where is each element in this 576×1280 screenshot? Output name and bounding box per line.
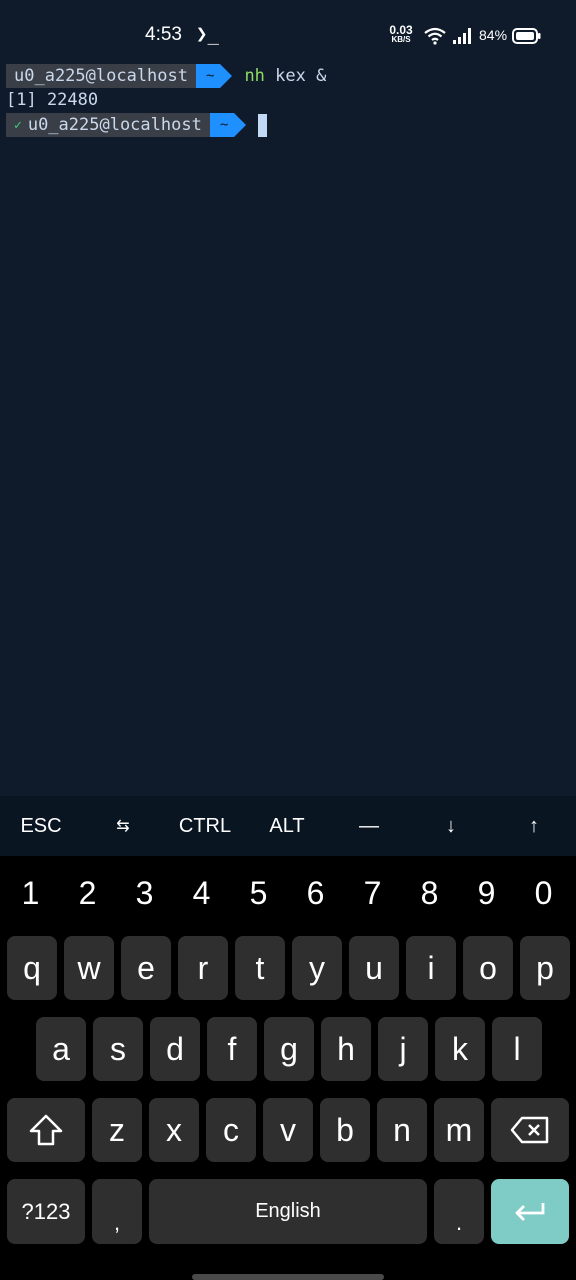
enter-key[interactable] (491, 1179, 569, 1244)
prompt-arrow (234, 113, 247, 137)
key-k[interactable]: k (435, 1017, 485, 1081)
key-u[interactable]: u (349, 936, 399, 1000)
status-ok-icon: ✓ (14, 117, 22, 133)
key-q[interactable]: q (7, 936, 57, 1000)
key-h[interactable]: h (321, 1017, 371, 1081)
battery-icon (512, 28, 542, 48)
space-key[interactable]: English (149, 1179, 427, 1244)
job-output: [1] 22480 (6, 90, 99, 110)
key-b[interactable]: b (320, 1098, 370, 1162)
command-args: kex & (264, 66, 327, 86)
network-speed: 0.03 KB/S (385, 23, 417, 45)
ctrl-key[interactable]: CTRL (164, 796, 246, 856)
key-p[interactable]: p (520, 936, 570, 1000)
key-9[interactable]: 9 (458, 856, 515, 930)
shift-icon (29, 1114, 63, 1146)
key-0[interactable]: 0 (515, 856, 572, 930)
gesture-handle[interactable] (192, 1274, 384, 1280)
key-m[interactable]: m (434, 1098, 484, 1162)
up-arrow-key[interactable]: ↑ (492, 796, 576, 856)
key-x[interactable]: x (149, 1098, 199, 1162)
key-2[interactable]: 2 (59, 856, 116, 930)
key-r[interactable]: r (178, 936, 228, 1000)
down-arrow-key[interactable]: ↓ (410, 796, 492, 856)
key-4[interactable]: 4 (173, 856, 230, 930)
symbols-key[interactable]: ?123 (7, 1179, 85, 1244)
number-row: 1 2 3 4 5 6 7 8 9 0 (0, 856, 576, 930)
key-z[interactable]: z (92, 1098, 142, 1162)
terminal-icon: ❯_ (196, 23, 219, 45)
alt-key[interactable]: ALT (246, 796, 328, 856)
key-s[interactable]: s (93, 1017, 143, 1081)
backspace-key[interactable] (491, 1098, 569, 1162)
terminal-line-1: u0_a225@localhost ~ nh kex & (6, 64, 326, 88)
prompt-arrow (220, 64, 233, 88)
key-v[interactable]: v (263, 1098, 313, 1162)
enter-icon (515, 1202, 545, 1221)
command-binary: nh (244, 66, 265, 86)
terminal-line-2: [1] 22480 (6, 88, 98, 112)
network-speed-value: 0.03 (389, 23, 413, 37)
backspace-icon (510, 1116, 549, 1144)
key-6[interactable]: 6 (287, 856, 344, 930)
esc-key[interactable]: ESC (0, 796, 82, 856)
key-t[interactable]: t (235, 936, 285, 1000)
key-1[interactable]: 1 (2, 856, 59, 930)
wifi-icon (424, 27, 446, 49)
dash-key[interactable]: — (328, 796, 410, 856)
shift-key[interactable] (7, 1098, 85, 1162)
key-i[interactable]: i (406, 936, 456, 1000)
prompt-user-host-text: u0_a225@localhost (27, 115, 202, 135)
extra-keys-bar: ESC ⇆ CTRL ALT — ↓ ↑ (0, 796, 576, 856)
key-j[interactable]: j (378, 1017, 428, 1081)
terminal-output[interactable]: u0_a225@localhost ~ nh kex & [1] 22480 ✓… (0, 62, 576, 796)
key-a[interactable]: a (36, 1017, 86, 1081)
key-c[interactable]: c (206, 1098, 256, 1162)
clock: 4:53 (145, 24, 182, 45)
signal-icon (452, 27, 474, 49)
prompt-user-host: ✓ u0_a225@localhost (6, 113, 210, 137)
key-w[interactable]: w (64, 936, 114, 1000)
prompt-user-host: u0_a225@localhost (6, 64, 196, 88)
key-l[interactable]: l (492, 1017, 542, 1081)
key-8[interactable]: 8 (401, 856, 458, 930)
key-o[interactable]: o (463, 936, 513, 1000)
key-n[interactable]: n (377, 1098, 427, 1162)
battery-percent: 84% (479, 27, 508, 43)
prompt-directory: ~ (209, 113, 235, 137)
terminal-line-3: ✓ u0_a225@localhost ~ (6, 113, 268, 137)
key-7[interactable]: 7 (344, 856, 401, 930)
key-e[interactable]: e (121, 936, 171, 1000)
key-g[interactable]: g (264, 1017, 314, 1081)
key-d[interactable]: d (150, 1017, 200, 1081)
prompt-directory: ~ (196, 64, 221, 88)
comma-key[interactable]: , (92, 1179, 142, 1244)
soft-keyboard: 1 2 3 4 5 6 7 8 9 0 q w e r t y u i o p … (0, 856, 576, 1280)
tab-key[interactable]: ⇆ (82, 796, 164, 856)
period-key[interactable]: . (434, 1179, 484, 1244)
text-cursor (258, 113, 268, 137)
key-y[interactable]: y (292, 936, 342, 1000)
key-3[interactable]: 3 (116, 856, 173, 930)
key-f[interactable]: f (207, 1017, 257, 1081)
key-5[interactable]: 5 (230, 856, 287, 930)
